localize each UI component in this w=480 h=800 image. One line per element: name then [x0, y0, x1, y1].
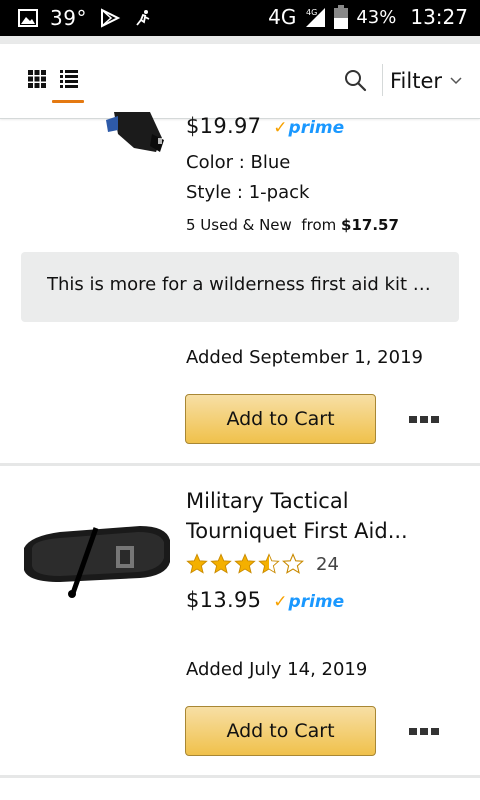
item-1-add-to-cart-button[interactable]: Add to Cart	[185, 394, 376, 444]
list-view-icon[interactable]	[60, 70, 78, 88]
item-separator	[0, 775, 480, 778]
battery-icon	[334, 5, 349, 29]
active-view-indicator	[52, 100, 84, 103]
list-toolbar: Filter	[0, 44, 480, 119]
star-half-icon	[258, 553, 280, 574]
signal-icon: 4G	[306, 8, 326, 27]
item-1-style: Style : 1-pack	[186, 182, 310, 203]
clock-text: 13:27	[410, 5, 468, 29]
toolbar-divider	[382, 64, 383, 96]
item-1-used-new-price: $17.57	[341, 216, 399, 234]
item-2-added-date: Added July 14, 2019	[186, 659, 368, 680]
star-full-icon	[210, 553, 232, 574]
network-small-text: 4G	[306, 8, 317, 17]
temperature-text: 39°	[50, 6, 87, 30]
status-toolbar-gap	[0, 36, 480, 44]
item-1-price-row: $19.97 ✓prime	[186, 114, 344, 138]
star-empty-icon	[282, 553, 304, 574]
item-2-price: $13.95	[186, 588, 262, 612]
activity-icon	[136, 10, 150, 26]
play-store-icon	[100, 8, 121, 28]
item-2-title-line-1: Military Tactical	[186, 489, 349, 513]
item-2-add-to-cart-button[interactable]: Add to Cart	[185, 706, 376, 756]
item-2-prime-badge: ✓prime	[273, 592, 344, 612]
item-1-used-new-link[interactable]: 5 Used & New from $17.57	[186, 216, 399, 234]
search-icon[interactable]	[343, 68, 367, 92]
network-type-text: 4G	[268, 5, 297, 29]
item-1-price: $19.97	[186, 114, 262, 138]
item-2-rating[interactable]: 24	[186, 553, 339, 575]
chevron-down-icon	[450, 77, 462, 85]
item-1-prime-badge: ✓prime	[273, 118, 344, 138]
item-2-price-row: $13.95 ✓prime	[186, 588, 344, 612]
product-image-tactical-belt[interactable]	[20, 518, 172, 600]
star-full-icon	[234, 553, 256, 574]
item-2-more-options-icon[interactable]	[409, 728, 439, 736]
filter-label: Filter	[390, 69, 443, 93]
product-image-first-aid-pouch[interactable]	[104, 112, 170, 158]
grid-view-icon[interactable]	[28, 70, 46, 88]
item-1-more-options-icon[interactable]	[409, 416, 439, 424]
star-full-icon	[186, 553, 208, 574]
battery-percent-text: 43%	[356, 6, 397, 28]
item-1-prime-label: prime	[288, 118, 345, 138]
item-1-comment-text: This is more for a wilderness first aid …	[47, 274, 437, 295]
status-bar: 39° 4G 4G 43% 13:27	[0, 0, 480, 36]
item-1-color: Color : Blue	[186, 152, 291, 173]
gallery-icon	[18, 9, 38, 27]
filter-button[interactable]: Filter	[390, 66, 462, 96]
item-2-prime-label: prime	[288, 592, 345, 612]
item-2-add-to-cart-label: Add to Cart	[226, 720, 335, 742]
item-1-add-to-cart-label: Add to Cart	[226, 408, 335, 430]
item-1-used-new-text: 5 Used & New from	[186, 216, 342, 234]
status-right-group: 4G 4G 43% 13:27	[268, 5, 468, 29]
prime-check-icon: ✓	[273, 118, 288, 138]
item-1-added-date: Added September 1, 2019	[186, 347, 423, 368]
item-2-title-link[interactable]: Military Tactical Tourniquet First Aid..…	[186, 486, 456, 546]
item-separator	[0, 463, 480, 466]
item-2-rating-count: 24	[316, 553, 339, 575]
item-1-comment-box[interactable]: This is more for a wilderness first aid …	[21, 252, 459, 322]
item-2-title-line-2: Tourniquet First Aid...	[186, 519, 408, 543]
status-left-group: 39°	[18, 6, 153, 30]
prime-check-icon: ✓	[273, 592, 288, 612]
